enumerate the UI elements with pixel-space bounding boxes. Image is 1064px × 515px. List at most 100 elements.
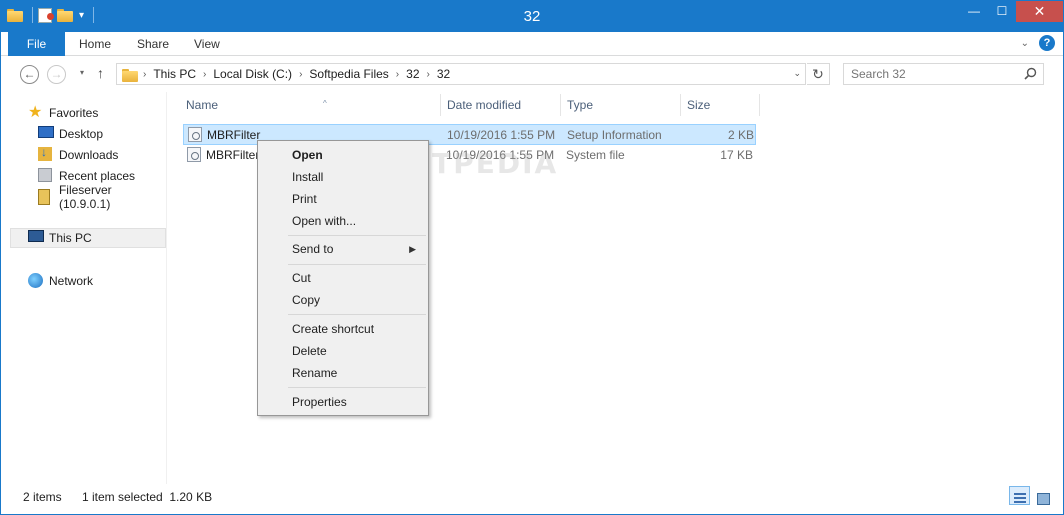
minimize-button[interactable]: — [960, 1, 988, 22]
refresh-button[interactable]: ↻ [807, 63, 830, 85]
back-button[interactable]: ← [20, 65, 39, 84]
details-view-button[interactable] [1009, 486, 1030, 505]
breadcrumb-32[interactable]: 32 [406, 67, 419, 81]
file-name: MBRFilter [207, 128, 261, 142]
address-bar[interactable]: › This PC › Local Disk (C:) › Softpedia … [116, 63, 806, 85]
computer-icon [28, 230, 44, 242]
network-icon [28, 273, 43, 288]
selection-info: 1 item selected 1.20 KB [82, 490, 213, 504]
sidebar-item-downloads[interactable]: Downloads [38, 145, 118, 165]
large-icons-view-icon [1037, 493, 1050, 505]
status-bar: 2 items 1 item selected 1.20 KB [1, 484, 1063, 514]
setup-information-file-icon [188, 127, 202, 142]
recent-locations-dropdown-icon[interactable]: ▾ [80, 68, 84, 77]
tab-file[interactable]: File [8, 32, 65, 56]
menu-separator [288, 235, 426, 236]
chevron-right-icon[interactable]: › [203, 69, 206, 80]
window-controls: — ☐ ✕ [960, 1, 1063, 22]
navigation-pane: ★ Favorites Desktop Downloads Recent pla… [1, 92, 167, 484]
chevron-down-icon[interactable]: ⌄ [793, 68, 801, 79]
sort-ascending-icon: ^ [323, 99, 327, 108]
file-size: 17 KB [720, 148, 753, 162]
menu-item-cut[interactable]: Cut [260, 267, 426, 289]
chevron-right-icon[interactable]: › [299, 69, 302, 80]
column-divider[interactable] [759, 94, 760, 116]
column-divider[interactable] [440, 94, 441, 116]
downloads-icon [38, 145, 52, 161]
forward-button[interactable]: → [47, 65, 66, 84]
star-icon: ★ [28, 104, 43, 121]
menu-item-print[interactable]: Print [260, 188, 426, 210]
system-file-icon [187, 147, 201, 162]
title-bar: ▾ 32 — ☐ ✕ [1, 1, 1063, 32]
sidebar-item-label: Downloads [59, 148, 119, 162]
menu-separator [288, 314, 426, 315]
sidebar-item-desktop[interactable]: Desktop [38, 124, 103, 144]
column-divider[interactable] [560, 94, 561, 116]
file-date-modified: 10/19/2016 1:55 PM [447, 128, 556, 142]
expand-ribbon-icon[interactable]: ⌄ [1021, 38, 1029, 49]
breadcrumb-softpedia-files[interactable]: Softpedia Files [309, 67, 388, 81]
menu-item-open[interactable]: Open [260, 144, 426, 166]
ribbon-right-controls: ⌄ ? [1021, 35, 1055, 51]
column-header-date-modified[interactable]: Date modified [447, 92, 560, 117]
column-header-name[interactable]: Name ^ [186, 92, 441, 117]
sidebar-item-favorites[interactable]: ★ Favorites [28, 103, 98, 123]
file-size: 2 KB [727, 128, 754, 142]
tab-view[interactable]: View [194, 32, 220, 56]
menu-item-copy[interactable]: Copy [260, 289, 426, 311]
desktop-icon [38, 126, 54, 138]
search-input[interactable] [844, 64, 1019, 84]
column-header-type[interactable]: Type [567, 92, 680, 117]
chevron-right-icon[interactable]: › [396, 69, 399, 80]
submenu-arrow-icon: ▶ [409, 244, 416, 254]
details-view-icon [1014, 493, 1026, 503]
large-icons-view-button[interactable] [1032, 486, 1053, 505]
sidebar-item-this-pc[interactable]: This PC [10, 228, 166, 248]
sidebar-item-label: Favorites [49, 106, 99, 120]
folder-icon [122, 68, 138, 82]
menu-item-delete[interactable]: Delete [260, 340, 426, 362]
menu-item-label: Send to [292, 242, 334, 256]
sidebar-item-fileserver[interactable]: Fileserver (10.9.0.1) [38, 183, 166, 211]
sidebar-item-label: Network [49, 274, 94, 288]
sidebar-item-label: Desktop [59, 127, 104, 141]
menu-item-create-shortcut[interactable]: Create shortcut [260, 318, 426, 340]
file-type: System file [566, 148, 625, 162]
menu-item-send-to[interactable]: Send to ▶ [260, 238, 426, 260]
help-icon[interactable]: ? [1039, 35, 1055, 51]
sidebar-item-network[interactable]: Network [28, 271, 93, 291]
menu-item-open-with[interactable]: Open with... [260, 210, 426, 232]
recent-places-icon [38, 168, 52, 182]
window-title: 32 [523, 8, 541, 25]
explorer-window: ▾ 32 — ☐ ✕ File Home Share View ⌄ ? ← → … [0, 0, 1064, 515]
column-divider[interactable] [680, 94, 681, 116]
maximize-button[interactable]: ☐ [988, 1, 1016, 22]
chevron-right-icon[interactable]: › [427, 69, 430, 80]
item-count: 2 items [23, 490, 62, 504]
breadcrumb: › This PC › Local Disk (C:) › Softpedia … [143, 67, 450, 81]
column-header-size[interactable]: Size [687, 92, 759, 117]
file-type: Setup Information [567, 128, 662, 142]
context-menu: Open Install Print Open with... Send to … [257, 140, 429, 416]
chevron-right-icon[interactable]: › [143, 69, 146, 80]
ribbon-tabs: File Home Share View ⌄ ? [1, 32, 1063, 56]
breadcrumb-32-current[interactable]: 32 [437, 67, 450, 81]
menu-item-properties[interactable]: Properties [260, 391, 426, 413]
navigation-bar: ← → ▾ ↑ › This PC › Local Disk (C:) › So… [1, 56, 1063, 92]
file-name: MBRFilter [206, 148, 260, 162]
close-button[interactable]: ✕ [1016, 1, 1063, 22]
menu-item-rename[interactable]: Rename [260, 362, 426, 384]
sidebar-item-label: Recent places [59, 169, 136, 183]
search-box[interactable] [843, 63, 1044, 85]
menu-item-install[interactable]: Install [260, 166, 426, 188]
breadcrumb-this-pc[interactable]: This PC [153, 67, 196, 81]
menu-separator [288, 264, 426, 265]
network-drive-icon [38, 189, 50, 205]
tab-share[interactable]: Share [137, 32, 169, 56]
breadcrumb-local-disk[interactable]: Local Disk (C:) [213, 67, 292, 81]
content-area: ★ Favorites Desktop Downloads Recent pla… [1, 92, 1063, 484]
search-icon[interactable] [1024, 67, 1037, 80]
tab-home[interactable]: Home [79, 32, 111, 56]
up-arrow-icon[interactable]: ↑ [97, 65, 104, 81]
